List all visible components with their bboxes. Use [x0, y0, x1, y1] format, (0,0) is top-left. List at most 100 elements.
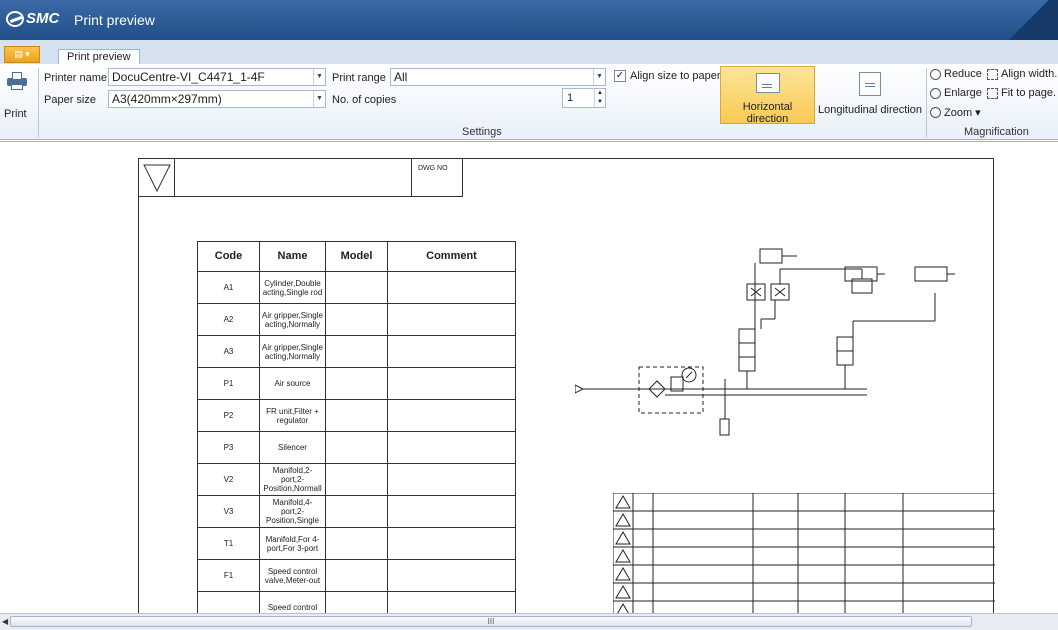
cell-code: A3: [197, 335, 260, 368]
chevron-down-icon[interactable]: ▼: [593, 69, 605, 85]
smc-logo: SMC: [6, 10, 59, 27]
smc-logo-icon: [6, 10, 24, 27]
cell-code: P2: [197, 399, 260, 432]
cell-model: [325, 527, 388, 560]
scrollbar-thumb[interactable]: III: [10, 616, 972, 627]
table-row: V2 Manifold,2-port,2-Position,Normall: [197, 463, 516, 496]
tab-print-preview[interactable]: Print preview: [58, 49, 140, 65]
cell-model: [325, 463, 388, 496]
cell-name: Cylinder,Double acting,Single rod: [259, 271, 326, 304]
cell-code: F1: [197, 559, 260, 592]
title-bar: SMC Print preview: [0, 0, 1058, 40]
cell-name: Speed control valve,Meter-out: [259, 559, 326, 592]
col-code: Code: [197, 241, 260, 272]
stepper-arrows-icon[interactable]: ▲ ▼: [594, 89, 605, 107]
zoom-out-icon: [930, 68, 941, 80]
chevron-down-icon[interactable]: ▼: [313, 91, 325, 107]
printer-icon: [7, 72, 27, 90]
separator: [926, 68, 927, 138]
print-range-value: All: [394, 70, 408, 84]
paper-size-label: Paper size: [44, 94, 96, 106]
cell-comment: [387, 335, 516, 368]
table-row: P2 FR unit,Filter + regulator: [197, 399, 516, 432]
cell-code: P3: [197, 431, 260, 464]
longitudinal-direction-button[interactable]: Longitudinal direction: [817, 66, 923, 124]
cell-comment: [387, 591, 516, 613]
title-corner-decoration: [1000, 0, 1058, 40]
table-row: P1 Air source: [197, 367, 516, 400]
align-size-label: Align size to paper.: [630, 70, 723, 82]
reduce-button[interactable]: Reduce: [930, 68, 982, 80]
cell-name: Manifold,For 4-port,For 3-port: [259, 527, 326, 560]
tab-row: ▤ ▾: [0, 40, 1058, 64]
align-size-checkbox[interactable]: ✓: [614, 70, 626, 82]
cell-code: T1: [197, 527, 260, 560]
cell-name: FR unit,Filter + regulator: [259, 399, 326, 432]
paper-size-combo[interactable]: A3(420mm×297mm) ▼: [108, 90, 326, 108]
cell-comment: [387, 271, 516, 304]
chevron-down-icon[interactable]: ▼: [313, 69, 325, 85]
cell-model: [325, 399, 388, 432]
table-row: P3 Silencer: [197, 431, 516, 464]
cell-comment: [387, 399, 516, 432]
print-range-combo[interactable]: All ▼: [390, 68, 606, 86]
cell-name: Air gripper,Single acting,Normally: [259, 335, 326, 368]
cell-name: Manifold,2-port,2-Position,Normall: [259, 463, 326, 496]
fit-to-page-label: Fit to page.: [1001, 87, 1057, 99]
align-width-button[interactable]: Align width.: [987, 68, 1057, 80]
table-header-row: Code Name Model Comment: [197, 241, 516, 272]
cell-model: [325, 367, 388, 400]
cell-name: Air gripper,Single acting,Normally: [259, 303, 326, 336]
col-model: Model: [325, 241, 388, 272]
table-row: F1 Speed control valve,Meter-out: [197, 559, 516, 592]
scroll-left-icon[interactable]: ◀: [2, 617, 8, 626]
enlarge-button[interactable]: Enlarge: [930, 87, 982, 99]
printer-name-combo[interactable]: DocuCentre-VI_C4471_1-4F ▼: [108, 68, 326, 86]
zoom-icon: [930, 107, 941, 118]
cell-code: V2: [197, 463, 260, 496]
align-width-label: Align width.: [1001, 68, 1058, 80]
horizontal-scrollbar[interactable]: ◀ III: [0, 613, 1058, 630]
print-label[interactable]: Print: [4, 108, 27, 120]
cell-model: [325, 431, 388, 464]
cell-name: Air source: [259, 367, 326, 400]
table-row: A3 Air gripper,Single acting,Normally: [197, 335, 516, 368]
title-block: [613, 493, 995, 613]
cell-name: Manifold,4-port,2-Position,Single: [259, 495, 326, 528]
zoom-label: Zoom ▾: [944, 107, 981, 119]
horizontal-direction-button[interactable]: Horizontal direction: [720, 66, 815, 125]
paper-size-value: A3(420mm×297mm): [112, 92, 222, 106]
cell-model: [325, 591, 388, 613]
cell-model: [325, 335, 388, 368]
cell-comment: [387, 559, 516, 592]
cell-code: V3: [197, 495, 260, 528]
enlarge-label: Enlarge: [944, 87, 982, 99]
revision-triangle-icon: [139, 159, 175, 197]
dwg-no-label: DWG NO: [411, 159, 463, 197]
application-menu-button[interactable]: ▤ ▾: [4, 46, 40, 63]
cell-code: A1: [197, 271, 260, 304]
cell-comment: [387, 431, 516, 464]
window-title: Print preview: [74, 12, 155, 28]
align-width-icon: [987, 68, 998, 80]
table-row: T1 Manifold,For 4-port,For 3-port: [197, 527, 516, 560]
print-range-label: Print range: [332, 72, 386, 84]
longitudinal-direction-label: Longitudinal direction: [818, 104, 922, 116]
preview-area[interactable]: DWG NO Code Name Model Comment A1 Cylinde…: [0, 141, 1058, 613]
copies-stepper[interactable]: 1 ▲ ▼: [562, 88, 606, 108]
table-row: Speed control: [197, 591, 516, 613]
print-button[interactable]: [4, 72, 30, 90]
table-row: V3 Manifold,4-port,2-Position,Single: [197, 495, 516, 528]
copies-label: No. of copies: [332, 94, 397, 106]
cell-comment: [387, 367, 516, 400]
cell-model: [325, 495, 388, 528]
cell-model: [325, 303, 388, 336]
fit-page-icon: [987, 87, 998, 99]
drawing-paper: DWG NO Code Name Model Comment A1 Cylinde…: [138, 158, 995, 613]
cell-code: P1: [197, 367, 260, 400]
table-row: A2 Air gripper,Single acting,Normally: [197, 303, 516, 336]
cell-name: Silencer: [259, 431, 326, 464]
fit-to-page-button[interactable]: Fit to page.: [987, 87, 1056, 99]
header-field: [175, 159, 411, 197]
zoom-button[interactable]: Zoom ▾: [930, 106, 981, 119]
